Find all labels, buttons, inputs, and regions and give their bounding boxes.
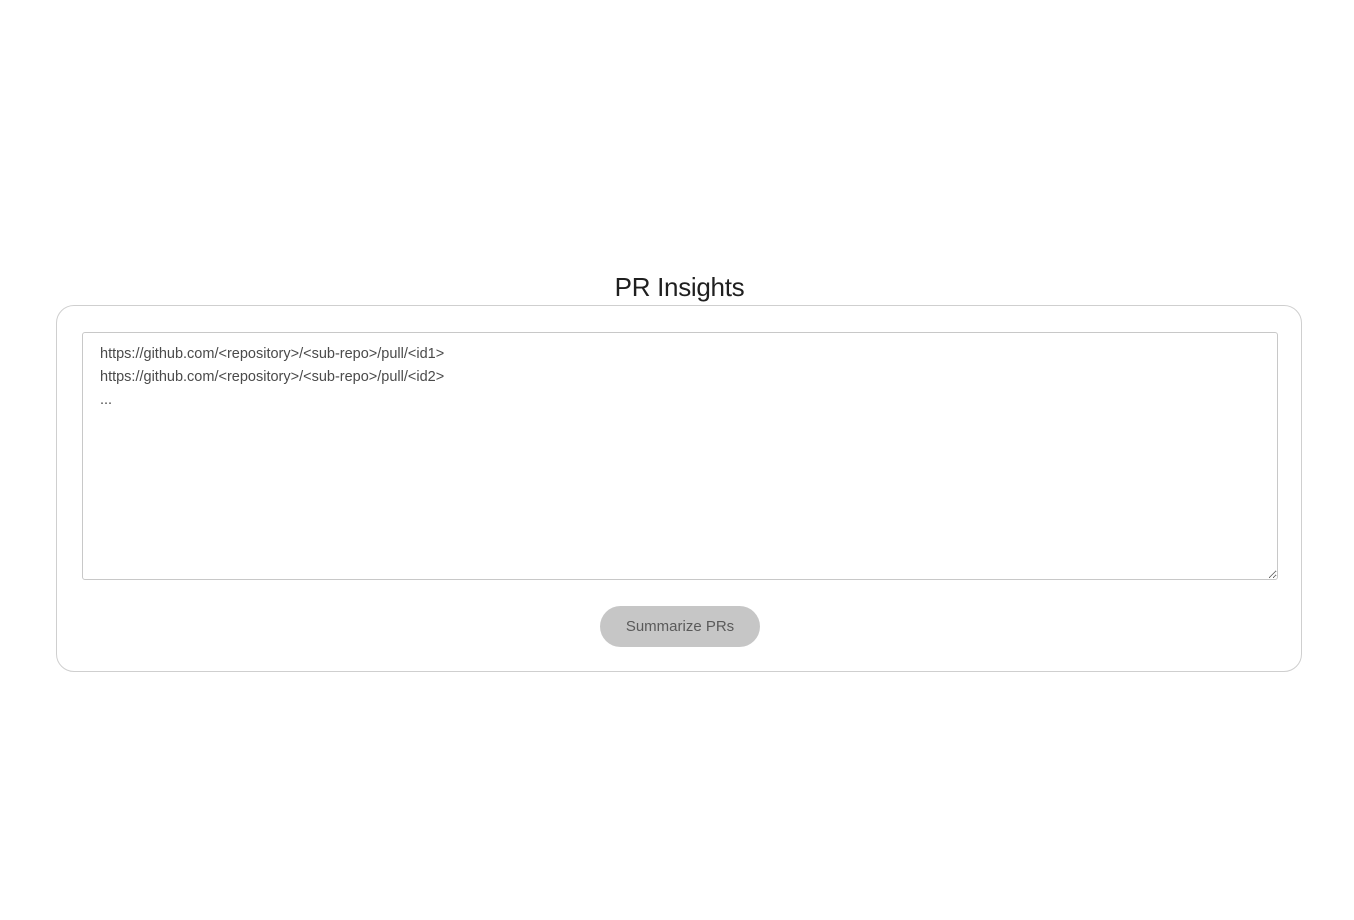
summarize-prs-button[interactable]: Summarize PRs xyxy=(600,606,760,647)
page: PR Insights Summarize PRs xyxy=(0,0,1354,920)
pr-input-card: Summarize PRs xyxy=(56,305,1302,672)
page-title: PR Insights xyxy=(614,272,745,303)
pr-urls-input[interactable] xyxy=(82,332,1278,580)
